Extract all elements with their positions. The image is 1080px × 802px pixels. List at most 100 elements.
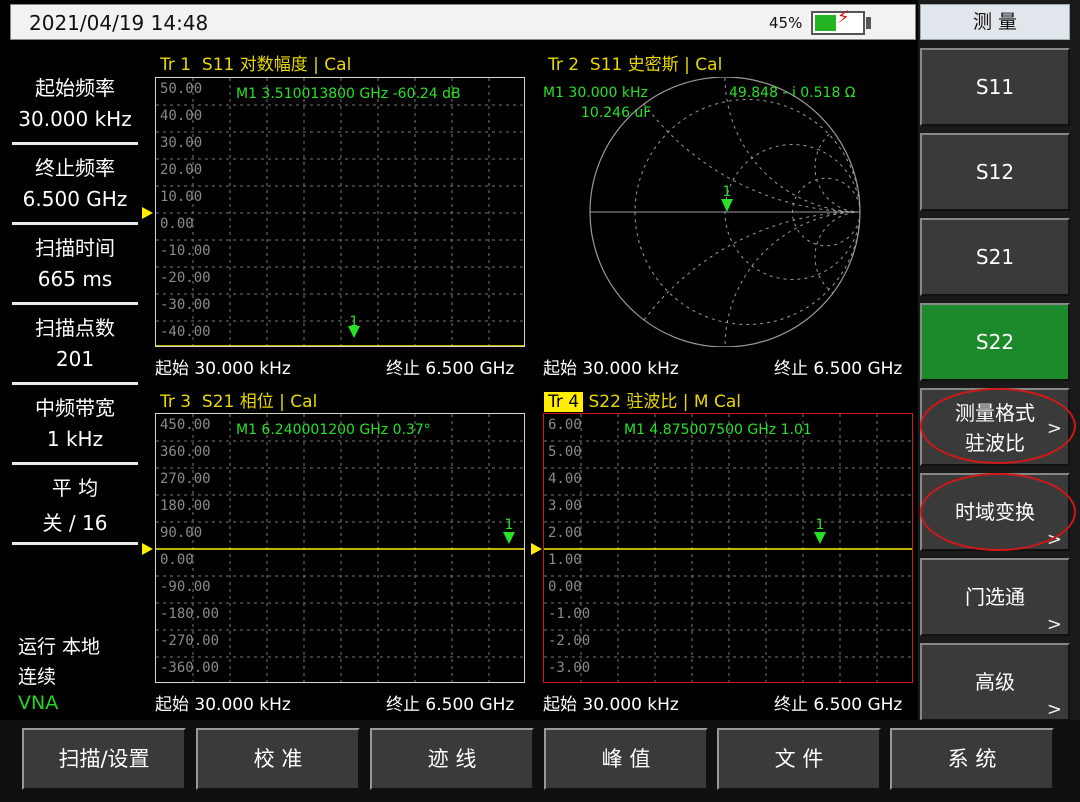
highlight-ellipse xyxy=(920,388,1076,464)
trace-4-title[interactable]: Tr 4 S22 驻波比 | M Cal xyxy=(544,387,741,412)
y-tick-label: 180.00 xyxy=(160,498,211,514)
y-tick-label: 5.00 xyxy=(548,444,582,460)
y-tick-label: 40.00 xyxy=(160,108,203,124)
param-average[interactable]: 平 均 关 / 16 xyxy=(10,462,140,538)
param-value: 201 xyxy=(55,347,95,371)
param-value: 30.000 kHz xyxy=(18,107,132,131)
softkey-panel: 测 量 S11 S12 S21 S22 测量格式 驻波比 > 时域变换 > 门选… xyxy=(918,0,1080,721)
trace-desc: S21 相位 | Cal xyxy=(201,392,318,412)
trace-desc: S11 史密斯 | Cal xyxy=(589,55,723,75)
y-tick-label: 30.00 xyxy=(160,135,203,151)
reference-level-arrow xyxy=(142,207,153,219)
marker-readout: M1 4.875007500 GHz 1.01 xyxy=(624,422,812,438)
y-tick-label: 1.00 xyxy=(548,552,582,568)
marker-readout: M1 3.510013800 GHz -60.24 dB xyxy=(236,86,461,102)
y-tick-label: -30.00 xyxy=(160,297,211,313)
y-tick-label: -1.00 xyxy=(548,606,591,622)
instrument-mode: VNA xyxy=(18,692,59,714)
softkey-advanced[interactable]: 高级 > xyxy=(920,643,1070,721)
marker-number: 1 xyxy=(505,517,514,533)
trace-id: Tr 3 xyxy=(160,392,192,412)
param-if-bandwidth[interactable]: 中频带宽 1 kHz xyxy=(10,382,140,458)
y-tick-label: 270.00 xyxy=(160,471,211,487)
y-tick-label: 450.00 xyxy=(160,417,211,433)
plot-grid: 1 xyxy=(544,414,912,682)
trace-4-plot[interactable]: 1 6.00 5.00 4.00 3.00 2.00 1.00 0.00 -1.00 -2.00… xyxy=(543,413,913,683)
trace-3-plot[interactable]: 1 450.00 360.00 270.00 180.00 90.00 0.00 -90.0… xyxy=(155,413,525,683)
marker-triangle[interactable] xyxy=(503,532,515,544)
softkey-s11[interactable]: S11 xyxy=(920,48,1070,126)
softkey-s22[interactable]: S22 xyxy=(920,303,1070,381)
param-stop-freq[interactable]: 终止频率 6.500 GHz xyxy=(10,142,140,218)
y-tick-label: -360.00 xyxy=(160,660,220,676)
menu-trace[interactable]: 迹 线 xyxy=(370,728,534,790)
y-tick-label: 0.00 xyxy=(548,579,582,595)
y-tick-label: -90.00 xyxy=(160,579,211,595)
y-tick-label: -3.00 xyxy=(548,660,591,676)
menu-calibration[interactable]: 校 准 xyxy=(196,728,360,790)
marker-number: 1 xyxy=(350,314,359,330)
param-value: 665 ms xyxy=(37,267,113,291)
marker-readout: M1 6.240001200 GHz 0.37° xyxy=(236,422,431,438)
param-start-freq[interactable]: 起始频率 30.000 kHz xyxy=(10,62,140,138)
param-sweep-time[interactable]: 扫描时间 665 ms xyxy=(10,222,140,298)
divider xyxy=(12,542,138,545)
menu-sweep-setup[interactable]: 扫描/设置 xyxy=(22,728,186,790)
softkey-label: S22 xyxy=(975,330,1015,354)
highlight-ellipse xyxy=(920,473,1076,551)
battery-cap xyxy=(866,17,871,29)
param-value: 1 kHz xyxy=(46,427,104,451)
smith-reactance-arc xyxy=(724,211,860,347)
trace-2-title[interactable]: Tr 2 S11 史密斯 | Cal xyxy=(548,50,722,75)
y-tick-label: 6.00 xyxy=(548,417,582,433)
softkey-label: S11 xyxy=(975,75,1015,99)
trace-id-active: Tr 4 xyxy=(544,392,584,412)
trace-id: Tr 1 xyxy=(160,55,192,75)
marker-number: 1 xyxy=(723,184,732,200)
y-tick-label: -40.00 xyxy=(160,324,211,340)
y-tick-label: -2.00 xyxy=(548,633,591,649)
trace-desc: S22 驻波比 | M Cal xyxy=(588,392,741,412)
start-frequency: 起始 30.000 kHz xyxy=(543,695,679,715)
y-tick-label: -20.00 xyxy=(160,270,211,286)
y-tick-label: -10.00 xyxy=(160,243,211,259)
menu-system[interactable]: 系 统 xyxy=(890,728,1054,790)
menu-file[interactable]: 文 件 xyxy=(717,728,881,790)
smith-reactance-arc xyxy=(814,121,860,213)
softkey-gating[interactable]: 门选通 > xyxy=(920,558,1070,636)
y-tick-label: -270.00 xyxy=(160,633,220,649)
y-tick-label: 360.00 xyxy=(160,444,211,460)
datetime: 2021/04/19 14:48 xyxy=(29,11,209,35)
softkey-s21[interactable]: S21 xyxy=(920,218,1070,296)
param-label: 平 均 xyxy=(51,476,99,500)
marker-triangle[interactable] xyxy=(721,199,733,212)
trace-id: Tr 2 xyxy=(548,55,580,75)
menu-header: 测 量 xyxy=(920,4,1070,40)
y-tick-label: 0.00 xyxy=(160,216,194,232)
stop-frequency: 终止 6.500 GHz xyxy=(774,695,903,715)
trace-1-plot[interactable]: 1 50.00 40.00 30.00 20.00 10.00 0.00 -10.00 -20… xyxy=(155,77,525,347)
y-tick-label: -180.00 xyxy=(160,606,220,622)
param-label: 起始频率 xyxy=(35,76,115,100)
start-frequency: 起始 30.000 kHz xyxy=(155,359,291,379)
param-sweep-points[interactable]: 扫描点数 201 xyxy=(10,302,140,378)
y-tick-label: 50.00 xyxy=(160,81,203,97)
reference-level-arrow xyxy=(142,543,153,555)
status-bar: 2021/04/19 14:48 45% ⚡ xyxy=(10,4,916,40)
trace-2-smith-chart[interactable]: 1 M1 30.000 kHz 49.848 - i 0.518 Ω 10.24… xyxy=(543,77,913,347)
param-label: 终止频率 xyxy=(35,156,115,180)
charging-icon: ⚡ xyxy=(837,7,850,28)
marker-triangle[interactable] xyxy=(814,532,826,544)
y-tick-label: 90.00 xyxy=(160,525,203,541)
softkey-s12[interactable]: S12 xyxy=(920,133,1070,211)
y-tick-label: 3.00 xyxy=(548,498,582,514)
smith-reactance-arc xyxy=(814,211,860,303)
y-tick-label: 20.00 xyxy=(160,162,203,178)
trace-1-title[interactable]: Tr 1 S11 对数幅度 | Cal xyxy=(160,50,351,75)
vna-screen: 2021/04/19 14:48 45% ⚡ 起始频率 30.000 kHz 终… xyxy=(0,0,1080,802)
bottom-menu: 扫描/设置 校 准 迹 线 峰 值 文 件 系 统 xyxy=(0,720,1080,802)
sweep-mode-status: 连续 xyxy=(18,666,57,688)
plot-grid: 1 xyxy=(156,78,524,346)
trace-3-title[interactable]: Tr 3 S21 相位 | Cal xyxy=(160,387,317,412)
menu-marker-peak[interactable]: 峰 值 xyxy=(544,728,708,790)
